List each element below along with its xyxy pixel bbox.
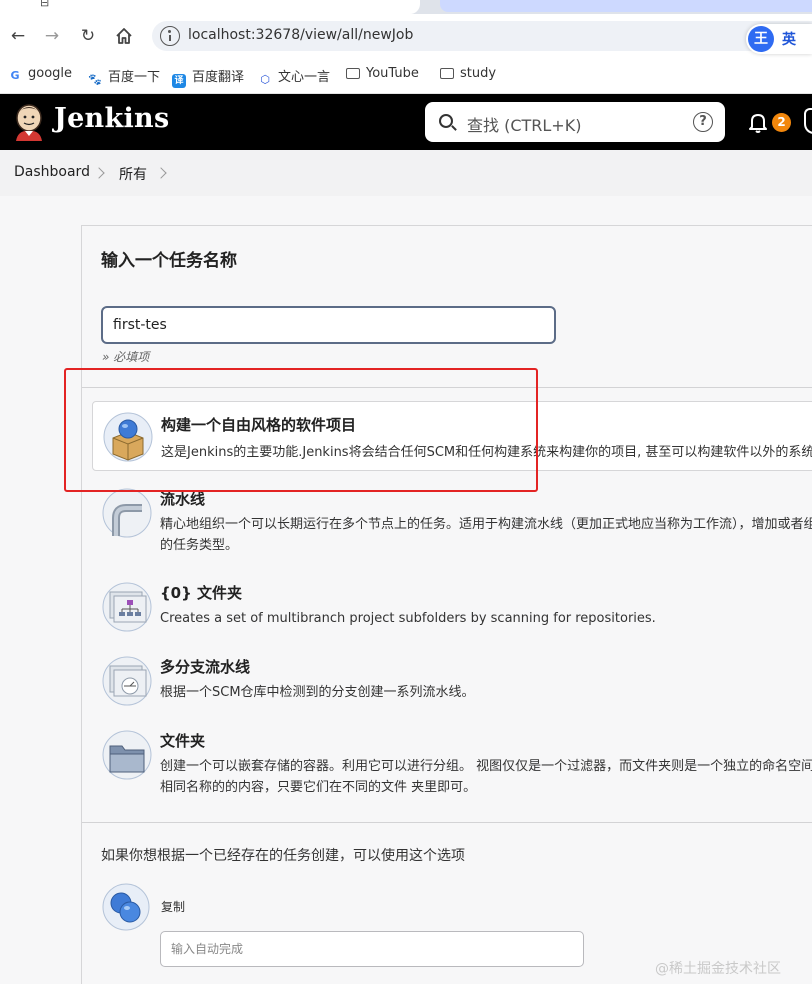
ime-indicator[interactable]: 王 英 [746,24,812,54]
bookmark-study[interactable]: study [440,66,496,86]
bookmark-label: 文心一言 [278,70,331,85]
chevron-right-icon[interactable] [155,167,167,179]
folder-icon [440,68,454,79]
freestyle-box-icon [103,412,153,462]
bookmark-youtube[interactable]: YouTube [346,66,419,86]
tab-favicon-icon: ⊟ [40,0,50,9]
job-type-name: 构建一个自由风格的软件项目 [161,416,357,434]
job-type-name: 多分支流水线 [160,658,251,676]
bookmark-label: study [460,66,497,81]
job-type-description-line: 相同名称的的内容，只要它们在不同的文件 夹里即可。 [160,780,477,795]
folder-icon [102,730,152,780]
job-name-input[interactable]: first-tes [101,306,556,344]
bookmark-wenxin[interactable]: ⬡ 文心一言 [258,66,330,86]
job-type-description: 根据一个SCM仓库中检测到的分支创建一系列流水线。 [160,682,812,703]
browser-tab-strip: ⊟ [0,0,812,14]
job-type-description: Creates a set of multibranch project sub… [160,608,812,629]
watermark: @稀土掘金技术社区 [655,961,781,977]
bell-icon[interactable] [746,110,770,134]
bookmark-label: 百度一下 [108,70,161,85]
pipeline-icon [102,488,152,538]
job-type-description-line: 这是Jenkins的主要功能.Jenkins将会结合任何SCM和任何构建系统来构… [161,445,812,460]
job-type-description: 创建一个可以嵌套存储的容器。利用它可以进行分组。 视图仅仅是一个过滤器，而文件夹… [160,756,812,798]
bookmark-label: YouTube [366,66,419,81]
search-icon [439,114,453,128]
job-type-description: 精心地组织一个可以长期运行在多个节点上的任务。适用于构建流水线（更加正式地应当称… [160,514,812,556]
google-icon: G [10,69,20,82]
job-type-folder[interactable]: 文件夹 创建一个可以嵌套存储的容器。利用它可以进行分组。 视图仅仅是一个过滤器，… [92,720,812,795]
shield-icon[interactable] [804,108,812,134]
address-bar[interactable]: localhost:32678/view/all/newJob [152,21,812,51]
jenkins-header: Jenkins 查找 (CTRL+K) ? [0,94,812,150]
site-info-icon[interactable] [160,26,180,46]
browser-toolbar: ← → ↻ localhost:32678/view/all/newJob [0,14,812,58]
ime-badge-icon: 王 [748,26,774,52]
copy-section-title: 如果你想根据一个已经存在的任务创建，可以使用这个选项 [101,848,465,864]
jenkins-logo-icon[interactable] [12,103,46,141]
required-hint: » 必填项 [102,350,150,364]
job-type-name: 流水线 [160,490,206,508]
folder-icon [346,68,360,79]
bookmark-baidu[interactable]: 🐾 百度一下 [88,66,160,86]
job-type-description-line: 根据一个SCM仓库中检测到的分支创建一系列流水线。 [160,685,475,700]
job-type-freestyle[interactable]: 构建一个自由风格的软件项目 这是Jenkins的主要功能.Jenkins将会结合… [92,401,812,471]
copy-label: 复制 [161,900,186,914]
breadcrumb-all[interactable]: 所有 [119,164,147,184]
job-type-name: 文件夹 [160,732,206,750]
org-folder-icon [102,582,152,632]
bookmark-baidu-translate[interactable]: 译百度翻译 [172,66,245,88]
multibranch-icon [102,656,152,706]
divider [82,387,812,388]
job-type-description-line: 精心地组织一个可以长期运行在多个节点上的任务。适用于构建流水线（更加正式地应当称… [160,517,812,532]
wenxin-icon: ⬡ [260,73,270,86]
chevron-right-icon[interactable] [93,167,105,179]
breadcrumb: Dashboard 所有 [0,150,812,196]
browser-active-tab[interactable]: ⊟ [0,0,420,14]
job-name-title: 输入一个任务名称 [101,251,237,271]
copy-icon [102,883,150,931]
bookmark-label: google [28,66,73,81]
job-type-pipeline[interactable]: 流水线 精心地组织一个可以长期运行在多个节点上的任务。适用于构建流水线（更加正式… [92,478,812,553]
baidu-icon: 🐾 [88,73,102,86]
breadcrumb-dashboard[interactable]: Dashboard [14,164,90,180]
address-url[interactable]: localhost:32678/view/all/newJob [188,27,413,43]
job-type-description-line: Creates a set of multibranch project sub… [160,611,656,626]
search-placeholder[interactable]: 查找 (CTRL+K) [467,112,581,136]
search-box[interactable]: 查找 (CTRL+K) ? [425,102,725,142]
copy-from-input[interactable]: 输入自动完成 [160,931,584,967]
bookmarks-bar: Ggoogle 🐾 百度一下 译百度翻译 ⬡ 文心一言 YouTube study [0,58,812,94]
back-arrow-icon[interactable]: ← [6,24,30,48]
job-type-org-folder[interactable]: {0} 文件夹 Creates a set of multibranch pro… [92,572,812,642]
baidu-translate-icon: 译 [172,74,186,88]
job-type-description-line: 创建一个可以嵌套存储的容器。利用它可以进行分组。 视图仅仅是一个过滤器，而文件夹… [160,759,812,774]
job-type-multibranch[interactable]: 多分支流水线 根据一个SCM仓库中检测到的分支创建一系列流水线。 [92,646,812,716]
notification-badge[interactable]: 2 [772,113,791,132]
home-icon[interactable] [112,24,136,48]
help-icon[interactable]: ? [693,112,713,132]
divider [82,822,812,823]
jenkins-brand[interactable]: Jenkins [54,103,169,134]
ime-language: 英 [782,32,796,48]
job-type-description-line: 的任务类型。 [160,538,239,553]
bookmark-google[interactable]: Ggoogle [8,66,72,86]
job-type-description: 这是Jenkins的主要功能.Jenkins将会结合任何SCM和任何构建系统来构… [161,442,812,463]
job-type-name: {0} 文件夹 [160,584,243,602]
bookmark-label: 百度翻译 [192,70,245,85]
reload-icon[interactable]: ↻ [76,24,100,48]
forward-arrow-icon[interactable]: → [40,24,64,48]
browser-tab-adjacent[interactable] [440,0,812,12]
